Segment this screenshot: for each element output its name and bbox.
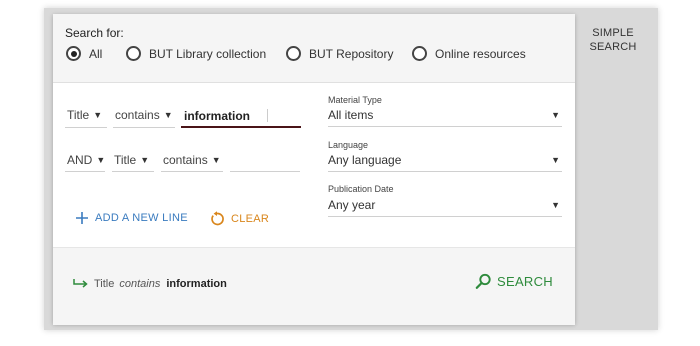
row2-operator-select[interactable]: contains ▼ — [163, 153, 221, 167]
divider — [230, 171, 300, 172]
scope-radio-library-collection[interactable]: BUT Library collection — [126, 46, 266, 61]
radio-checked-icon — [66, 46, 81, 61]
scope-label: BUT Repository — [309, 46, 394, 61]
material-type-value: All items — [328, 108, 374, 122]
radio-unchecked-icon — [286, 46, 301, 61]
scope-radio-repository[interactable]: BUT Repository — [286, 46, 393, 61]
row1-operator-select[interactable]: contains ▼ — [115, 108, 173, 122]
simple-search-label-line1: SIMPLE — [592, 27, 634, 39]
divider — [65, 127, 107, 128]
reset-icon — [211, 211, 224, 226]
add-new-line-button[interactable]: ADD A NEW LINE — [75, 211, 188, 225]
clear-button[interactable]: CLEAR — [209, 211, 269, 227]
scope-label: BUT Library collection — [149, 46, 267, 61]
search-icon — [475, 273, 491, 289]
language-label: Language — [328, 140, 369, 150]
plus-icon — [76, 212, 88, 224]
advanced-search-panel: Search for: All BUT Library collection B… — [53, 14, 575, 325]
row1-query-input[interactable] — [182, 106, 304, 126]
radio-unchecked-icon — [412, 46, 427, 61]
simple-search-link[interactable]: SIMPLE SEARCH — [578, 26, 648, 54]
caret-down-icon: ▼ — [551, 155, 560, 165]
language-value: Any language — [328, 153, 402, 167]
simple-search-label-line2: SEARCH — [589, 41, 637, 53]
active-input-underline — [181, 126, 301, 128]
search-button[interactable]: SEARCH — [475, 273, 553, 290]
caret-down-icon: ▼ — [96, 155, 106, 165]
field-value: Title — [114, 153, 137, 167]
summary-query: information — [166, 278, 227, 290]
divider — [113, 127, 175, 128]
caret-down-icon: ▼ — [140, 155, 150, 165]
query-summary: Title contains information — [73, 278, 227, 290]
divider — [328, 216, 562, 217]
scope-radio-all[interactable]: All — [66, 46, 102, 61]
operator-value: contains — [163, 153, 208, 167]
operator-value: contains — [115, 108, 160, 122]
scope-label: All — [89, 46, 103, 61]
search-label: SEARCH — [497, 274, 553, 289]
text-cursor — [267, 109, 268, 122]
caret-down-icon: ▼ — [163, 110, 173, 120]
caret-down-icon: ▼ — [93, 110, 103, 120]
scope-label: Online resources — [435, 46, 526, 61]
return-arrow-icon — [73, 279, 88, 288]
row2-boolean-select[interactable]: AND ▼ — [67, 153, 105, 167]
divider — [161, 171, 223, 172]
row2-query-input[interactable] — [230, 161, 304, 183]
caret-down-icon: ▼ — [551, 110, 560, 120]
material-type-label: Material Type — [328, 95, 382, 105]
scope-radio-online-resources[interactable]: Online resources — [412, 46, 526, 61]
material-type-select[interactable]: All items ▼ — [328, 105, 562, 125]
row2-field-select[interactable]: Title ▼ — [114, 153, 149, 167]
clear-label: CLEAR — [231, 213, 270, 225]
field-value: Title — [67, 108, 90, 122]
boolean-value: AND — [67, 153, 93, 167]
add-new-line-label: ADD A NEW LINE — [95, 212, 188, 224]
divider — [112, 171, 154, 172]
search-for-label: Search for: — [65, 26, 124, 40]
radio-unchecked-icon — [126, 46, 141, 61]
publication-date-select[interactable]: Any year ▼ — [328, 195, 562, 215]
divider — [328, 171, 562, 172]
divider — [65, 171, 105, 172]
divider — [328, 126, 562, 127]
caret-down-icon: ▼ — [211, 155, 221, 165]
search-footer: Title contains information SEARCH — [53, 247, 575, 325]
language-select[interactable]: Any language ▼ — [328, 150, 562, 170]
summary-operator: contains — [119, 278, 161, 290]
row1-field-select[interactable]: Title ▼ — [67, 108, 102, 122]
publication-date-label: Publication Date — [328, 184, 394, 194]
publication-date-value: Any year — [328, 198, 376, 212]
search-scope-bar: Search for: All BUT Library collection B… — [53, 14, 575, 83]
summary-field: Title — [94, 278, 115, 290]
caret-down-icon: ▼ — [551, 200, 560, 210]
